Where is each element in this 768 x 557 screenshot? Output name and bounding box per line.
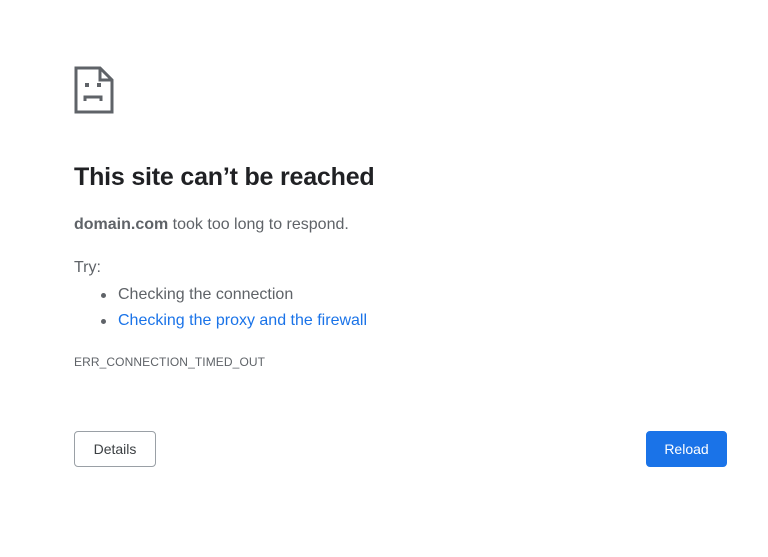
try-label: Try: — [74, 259, 101, 276]
sad-document-icon — [74, 66, 114, 114]
suggestion-check-proxy-firewall-link[interactable]: Checking the proxy and the firewall — [100, 310, 367, 336]
reload-button[interactable]: Reload — [646, 431, 727, 467]
details-button[interactable]: Details — [74, 431, 156, 467]
summary-text: took too long to respond. — [168, 216, 349, 233]
error-code: ERR_CONNECTION_TIMED_OUT — [74, 355, 266, 369]
suggestion-check-connection: Checking the connection — [100, 284, 367, 310]
suggestions-list: Checking the connection Checking the pro… — [74, 284, 367, 336]
domain-name: domain.com — [74, 216, 169, 233]
page-title: This site can’t be reached — [74, 163, 375, 191]
error-summary: domain.com took too long to respond. — [74, 216, 349, 234]
